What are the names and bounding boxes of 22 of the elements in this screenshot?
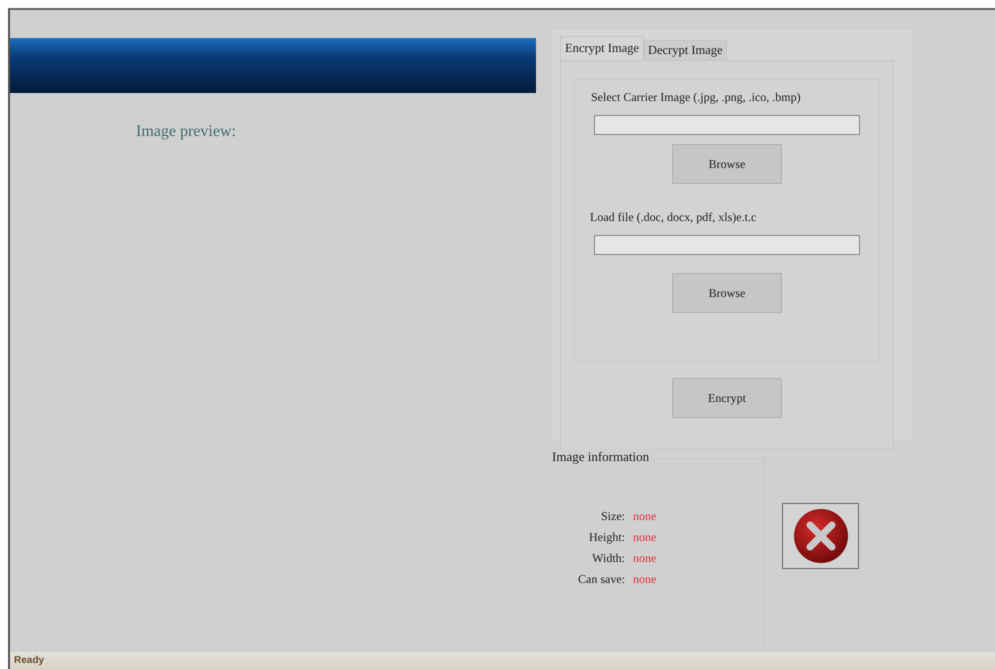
tab[interactable]: Decrypt Image	[644, 40, 727, 60]
input-field[interactable]	[594, 235, 860, 255]
field-label: Load file (.doc, docx, pdf, xls)e.t.c	[590, 210, 756, 225]
group-title: Image information	[552, 449, 658, 465]
preview-label: Image preview:	[136, 123, 237, 141]
info-label: Can save:	[578, 572, 625, 587]
close-button[interactable]	[782, 503, 859, 569]
info-value: none	[633, 509, 656, 524]
tab[interactable]: Encrypt Image	[560, 36, 644, 60]
field-label: Select Carrier Image (.jpg, .png, .ico, .bmp)	[591, 90, 801, 105]
info-value: none	[633, 530, 656, 545]
info-label: Size:	[600, 509, 625, 524]
input-field[interactable]	[594, 115, 860, 135]
close-icon	[792, 507, 850, 565]
info-value: none	[633, 551, 656, 566]
info-label: Width:	[591, 551, 625, 566]
info-label: Height:	[588, 530, 625, 545]
browse-button[interactable]: Browse	[672, 144, 782, 184]
browse-button[interactable]: Browse	[672, 273, 782, 313]
status-text: Ready	[10, 652, 995, 669]
encrypt-button[interactable]: Encrypt	[672, 378, 782, 418]
info-value: none	[633, 572, 656, 587]
